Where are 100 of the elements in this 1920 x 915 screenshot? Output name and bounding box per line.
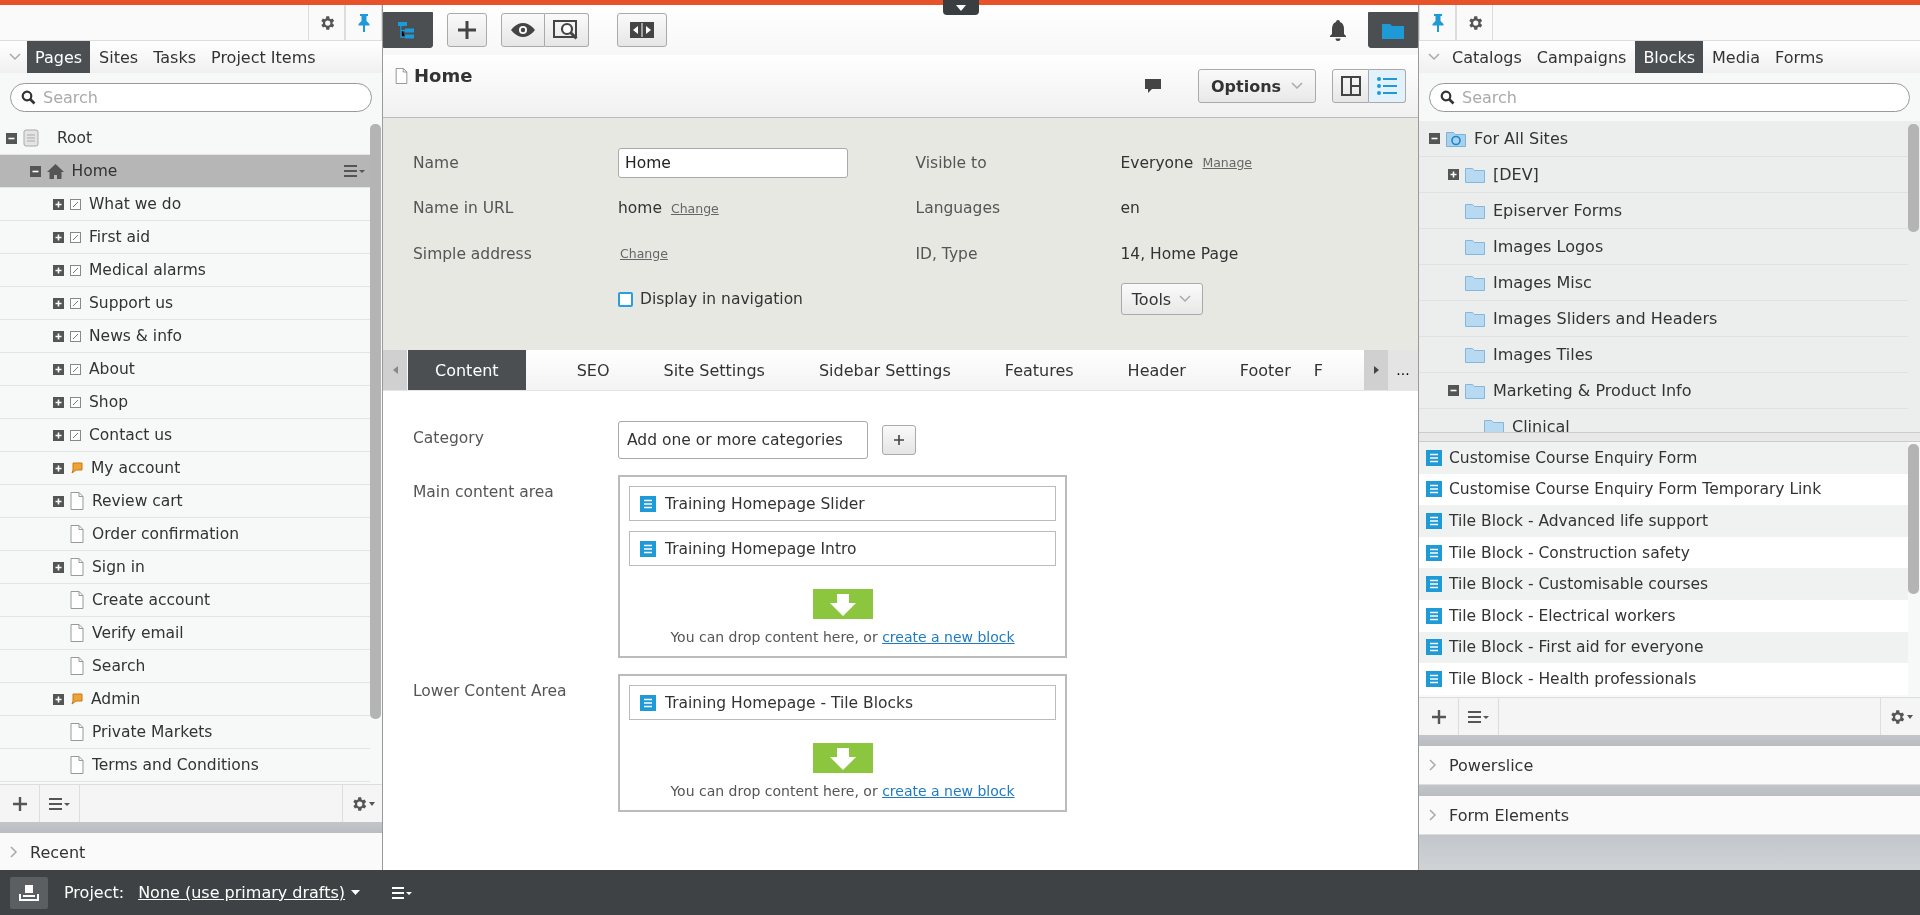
list-icon[interactable] [1467, 709, 1490, 724]
tree-item[interactable]: Terms and Conditions [0, 749, 370, 782]
scrollbar[interactable] [1908, 124, 1919, 232]
category-selector[interactable]: Add one or more categories [618, 421, 868, 459]
tab[interactable]: Sidebar Settings [797, 350, 972, 390]
tab[interactable]: Pages [27, 41, 91, 73]
tab[interactable]: Project Items [205, 41, 322, 73]
tree-item[interactable]: My account [0, 452, 370, 485]
tree-item[interactable]: News & info [0, 320, 370, 353]
create-block-link[interactable]: create a new block [882, 783, 1015, 799]
tree-item[interactable]: Private Markets [0, 716, 370, 749]
project-selector[interactable]: None (use primary drafts) [134, 883, 361, 902]
list-icon[interactable] [48, 796, 71, 811]
tree-item[interactable]: [DEV] [1419, 157, 1908, 193]
change-link[interactable]: Change [670, 200, 719, 216]
expand-icon[interactable] [53, 462, 64, 474]
collapse-icon[interactable] [1448, 385, 1459, 396]
expand-icon[interactable] [53, 561, 64, 573]
checkbox[interactable] [618, 291, 633, 307]
comment-icon[interactable] [1144, 77, 1162, 95]
drawer-handle[interactable] [943, 0, 979, 15]
assets-button[interactable] [1368, 12, 1418, 48]
tree-item[interactable]: Search [0, 650, 370, 683]
content-area[interactable]: Training Homepage Slider Training Homepage Intro You can drop content here, or create a new block [618, 475, 1067, 658]
project-button[interactable] [10, 876, 48, 909]
tab[interactable]: SEO [555, 350, 631, 390]
tree-item[interactable]: First aid [0, 221, 370, 254]
expand-icon[interactable] [53, 495, 64, 507]
tree-item[interactable]: What we do [0, 188, 370, 221]
layout-button[interactable] [1332, 69, 1369, 103]
expand-icon[interactable] [53, 297, 64, 309]
tree-item[interactable]: Medical alarms [0, 254, 370, 287]
tab[interactable]: Media [1706, 41, 1767, 73]
change-link[interactable]: Manage [1202, 155, 1253, 171]
tree-item[interactable]: Verify email [0, 617, 370, 650]
tree-item[interactable]: Order confirmation [0, 518, 370, 551]
tree-item[interactable]: Sign in [0, 551, 370, 584]
scrollbar[interactable] [1908, 444, 1919, 594]
tree-item[interactable]: Contact us [0, 419, 370, 452]
collapse-icon[interactable] [6, 132, 17, 144]
tab[interactable]: F [1313, 350, 1323, 390]
name-input[interactable]: Home [618, 147, 848, 178]
block-list-item[interactable]: Tile Block - Construction safety [1419, 536, 1908, 569]
page-tree-button[interactable] [383, 12, 433, 48]
tree-item[interactable]: About [0, 353, 370, 386]
tree-item[interactable]: Marketing & Product Info [1419, 373, 1908, 409]
tree-item[interactable]: Admin [0, 683, 370, 716]
expand-icon[interactable] [53, 693, 64, 705]
add-button[interactable] [447, 13, 487, 47]
block-list-item[interactable]: Tile Block - Health professionals [1419, 663, 1908, 695]
block-list-item[interactable]: Tile Block - First aid for everyone [1419, 631, 1908, 664]
tab[interactable]: Catalogs [1446, 41, 1528, 73]
more-tabs-button[interactable]: ... [1388, 350, 1418, 390]
search-field[interactable]: Search [10, 82, 372, 112]
scroll-right-button[interactable] [1364, 350, 1388, 390]
tree-item[interactable]: Episerver Forms [1419, 193, 1908, 229]
expand-icon[interactable] [53, 396, 64, 408]
content-block-item[interactable]: Training Homepage Slider [629, 486, 1056, 521]
expand-icon[interactable] [53, 429, 64, 441]
expand-icon[interactable] [1448, 169, 1459, 180]
content-area[interactable]: Training Homepage - Tile Blocks You can drop content here, or create a new block [618, 674, 1067, 812]
tab[interactable]: Sites [93, 41, 145, 73]
tab[interactable]: Tasks [147, 41, 202, 73]
block-list-item[interactable]: Tile Block - Advanced life support [1419, 505, 1908, 537]
expand-icon[interactable] [53, 198, 64, 210]
expand-icon[interactable] [53, 231, 64, 243]
tree-item[interactable]: Review cart [0, 485, 370, 518]
content-block-item[interactable]: Training Homepage Intro [629, 531, 1056, 566]
change-link[interactable]: Change [620, 246, 668, 262]
block-list-item[interactable]: Tile Block - Customisable courses [1419, 568, 1908, 600]
tree-item[interactable]: Support us [0, 287, 370, 320]
expand-icon[interactable] [53, 330, 64, 342]
view-preview-button[interactable] [545, 13, 589, 47]
tab[interactable]: Header [1106, 350, 1207, 390]
tab[interactable]: Campaigns [1530, 41, 1633, 73]
preview-button[interactable] [501, 13, 545, 47]
tree-item[interactable]: Images Misc [1419, 265, 1908, 301]
compare-button[interactable] [617, 13, 667, 47]
add-button[interactable] [882, 425, 916, 455]
collapse-icon[interactable] [29, 165, 41, 177]
context-menu-icon[interactable] [344, 164, 366, 178]
expand-icon[interactable] [53, 264, 64, 276]
notification-bell-icon[interactable] [1328, 19, 1348, 41]
tab[interactable]: Features [983, 350, 1095, 390]
tab[interactable]: Blocks [1635, 41, 1703, 73]
tree-item[interactable]: Images Sliders and Headers [1419, 301, 1908, 337]
menu-icon[interactable] [392, 886, 413, 899]
block-list-item[interactable]: Tile Block - Electrical workers [1419, 599, 1908, 632]
tree-item[interactable]: Create account [0, 584, 370, 617]
tab[interactable]: Footer [1218, 350, 1312, 390]
expand-icon[interactable] [53, 363, 64, 375]
block-list-item[interactable]: Customise Course Enquiry Form Temporary Link [1419, 473, 1908, 506]
tree-item[interactable]: Images Logos [1419, 229, 1908, 265]
tree-item[interactable]: For All Sites [1419, 121, 1908, 157]
options-dropdown[interactable]: Options [1198, 69, 1316, 103]
tab[interactable]: Content [408, 350, 526, 390]
tab[interactable]: Site Settings [642, 350, 786, 390]
tree-item[interactable]: Images Tiles [1419, 337, 1908, 373]
tree-item[interactable]: Home [0, 155, 370, 188]
tree-item[interactable]: Shop [0, 386, 370, 419]
